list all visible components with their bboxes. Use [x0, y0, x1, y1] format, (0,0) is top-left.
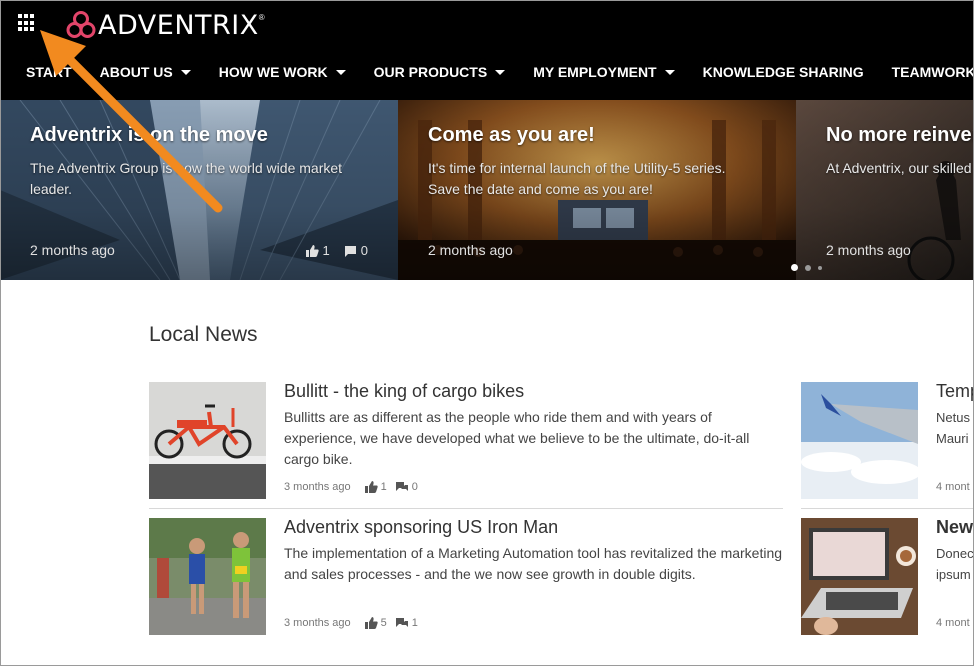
comment-icon[interactable] [395, 617, 409, 629]
carousel-dot-3[interactable] [818, 265, 822, 270]
carousel-slide[interactable]: No more reinventing At Adventrix, our sk… [796, 100, 974, 280]
slide-date: 2 months ago [428, 242, 513, 258]
news-description-line: Netus [936, 410, 970, 425]
nav-label: KNOWLEDGE SHARING [702, 64, 864, 80]
news-description: Netus Mauri [936, 407, 970, 449]
laptop-thumbnail[interactable] [801, 518, 918, 635]
news-title[interactable]: New [936, 518, 973, 538]
slide-date: 2 months ago [826, 242, 911, 258]
nav-label: START [26, 64, 72, 80]
nav-item-knowledge-sharing[interactable]: KNOWLEDGE SHARING [689, 64, 878, 80]
nav-label: HOW WE WORK [218, 64, 328, 80]
chevron-down-icon [664, 69, 675, 75]
news-divider [149, 508, 783, 509]
airplane-wing-thumbnail[interactable] [801, 382, 918, 499]
iron-man-thumbnail[interactable] [149, 518, 266, 635]
carousel-dot-1[interactable] [791, 264, 798, 271]
comment-count: 1 [411, 617, 418, 629]
news-title[interactable]: Temp [936, 382, 974, 402]
like-count: 1 [322, 243, 330, 258]
news-item[interactable]: New Donec ipsum 4 mont [801, 518, 974, 644]
comment-icon [344, 245, 356, 257]
slide-text: It's time for internal launch of the Uti… [428, 160, 726, 197]
carousel-slide[interactable]: Come as you are! It's time for internal … [398, 100, 796, 280]
nav-label: OUR PRODUCTS [373, 64, 488, 80]
chevron-down-icon [335, 69, 346, 75]
slide-title[interactable]: Adventrix is on the move [30, 124, 268, 147]
news-meta: 3 months ago 1 0 [284, 481, 418, 493]
nav-item-teamwork[interactable]: TEAMWORK [878, 64, 974, 80]
news-title[interactable]: Bullitt - the king of cargo bikes [284, 381, 524, 402]
slide-title[interactable]: No more reinventing [826, 124, 974, 147]
news-date: 3 months ago [284, 617, 351, 629]
news-title[interactable]: Adventrix sponsoring US Iron Man [284, 517, 558, 538]
carousel-slide[interactable]: Adventrix is on the move The Adventrix G… [0, 100, 398, 280]
logo-text: ADVENTRIX [98, 9, 259, 41]
news-date: 4 mont [936, 617, 970, 629]
main-nav: START ABOUT US HOW WE WORK OUR PRODUCTS … [12, 58, 974, 86]
nav-label: MY EMPLOYMENT [533, 64, 657, 80]
nav-item-how-we-work[interactable]: HOW WE WORK [205, 64, 360, 80]
news-date: 4 mont [936, 481, 970, 493]
comment-count: 0 [360, 243, 368, 258]
section-title-local-news: Local News [149, 323, 258, 346]
news-description-line: ipsum [936, 567, 971, 582]
news-item[interactable]: Adventrix sponsoring US Iron Man The imp… [149, 517, 783, 644]
news-description-line: Mauri [936, 431, 969, 446]
apps-grid-icon[interactable] [18, 14, 36, 32]
nav-item-start[interactable]: START [12, 64, 86, 80]
news-description-line: Donec [936, 546, 974, 561]
slide-stats: 1 0 [305, 243, 368, 258]
nav-label: ABOUT US [99, 64, 173, 80]
nav-item-about-us[interactable]: ABOUT US [86, 64, 205, 80]
adventrix-logo-icon [66, 11, 96, 38]
like-count: 1 [380, 481, 387, 493]
news-meta: 3 months ago 5 1 [284, 617, 418, 629]
comment-count: 0 [411, 481, 418, 493]
chevron-down-icon [495, 69, 506, 75]
slide-date: 2 months ago [30, 242, 115, 258]
news-divider [801, 508, 974, 509]
like-count: 5 [380, 617, 387, 629]
logo-registered-mark: ® [258, 13, 265, 22]
slide-title[interactable]: Come as you are! [428, 124, 595, 147]
hero-carousel: Adventrix is on the move The Adventrix G… [0, 100, 974, 280]
news-description: Bullitts are as different as the people … [284, 409, 750, 467]
news-description: Donec ipsum [936, 543, 974, 585]
carousel-dots [791, 264, 822, 271]
top-navigation-bar: ADVENTRIX ® START ABOUT US HOW WE WORK O… [0, 0, 974, 100]
thumbs-up-icon[interactable] [364, 481, 378, 493]
thumbs-up-icon[interactable] [364, 617, 378, 629]
slide-text: The Adventrix Group is now the world wid… [30, 160, 343, 197]
chevron-down-icon [180, 69, 191, 75]
news-item[interactable]: Temp Netus Mauri 4 mont [801, 382, 974, 508]
news-item[interactable]: Bullitt - the king of cargo bikes Bullit… [149, 381, 783, 508]
nav-label: TEAMWORK [891, 64, 974, 80]
nav-item-my-employment[interactable]: MY EMPLOYMENT [519, 64, 688, 80]
comment-icon[interactable] [395, 481, 409, 493]
news-description: The implementation of a Marketing Automa… [284, 545, 783, 582]
carousel-dot-2[interactable] [805, 264, 811, 271]
slide-text: At Adventrix, our skilled employees are … [826, 160, 974, 176]
news-date: 3 months ago [284, 481, 351, 493]
site-logo[interactable]: ADVENTRIX ® [66, 9, 265, 41]
cargo-bike-thumbnail[interactable] [149, 382, 266, 499]
thumbs-up-icon [305, 244, 319, 257]
nav-item-our-products[interactable]: OUR PRODUCTS [360, 64, 520, 80]
